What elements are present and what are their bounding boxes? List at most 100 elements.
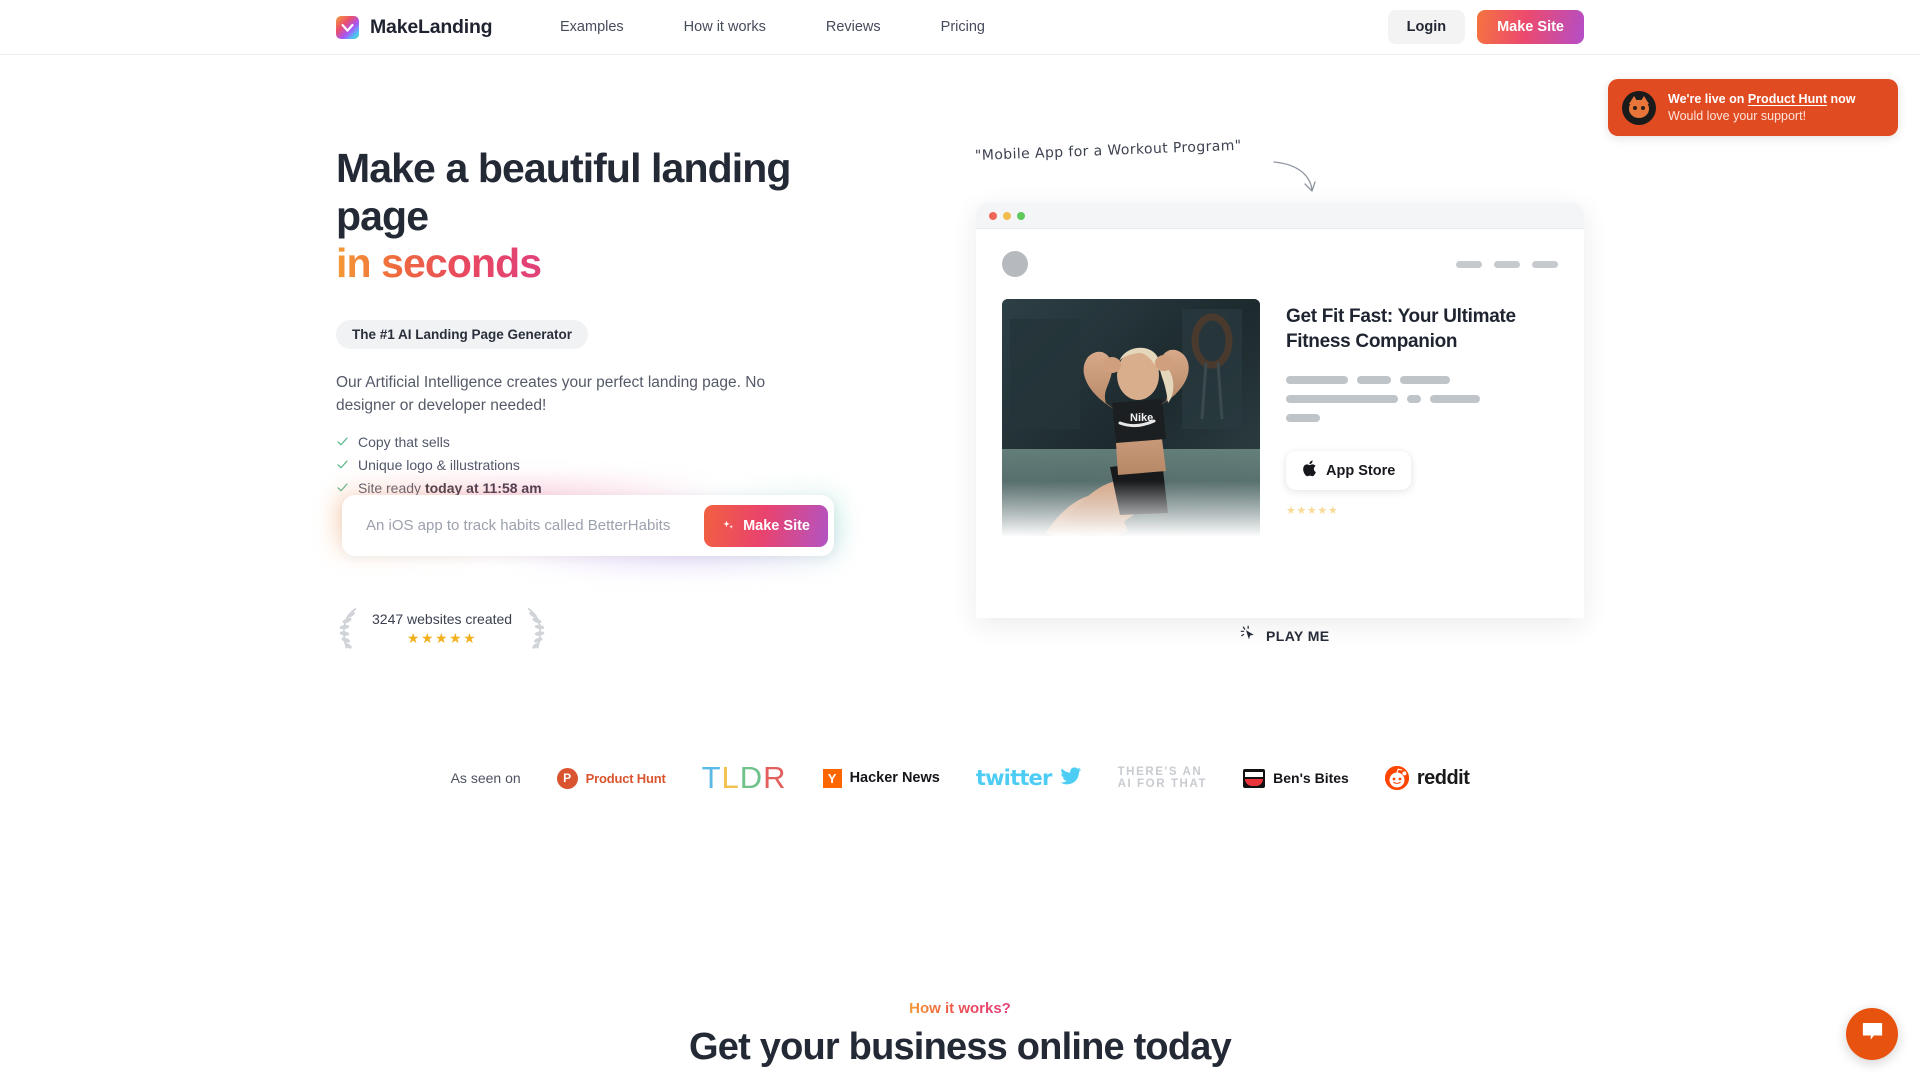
social-proof: 3247 websites created ★★★★★ bbox=[336, 606, 548, 652]
preview-content: Nike Get Fit Fast: Your Ultimate Fitness… bbox=[976, 229, 1584, 551]
check-icon bbox=[336, 458, 349, 471]
hero-heading-line1: Make a beautiful landing page bbox=[336, 145, 791, 239]
how-it-works-title: Get your business online today bbox=[689, 1026, 1232, 1068]
cta-card: Make Site bbox=[342, 495, 834, 556]
laurel-right-icon bbox=[527, 608, 545, 649]
play-me-button[interactable]: PLAY ME bbox=[1240, 625, 1330, 647]
click-cursor-icon bbox=[1240, 625, 1257, 647]
curved-arrow-icon bbox=[1273, 161, 1316, 192]
logo-theres-an-ai-for-that[interactable]: THERE'S AN AI FOR THAT bbox=[1118, 766, 1208, 790]
hero-feature-label: Copy that sells bbox=[358, 433, 450, 450]
brand-logo-link[interactable]: MakeLanding bbox=[336, 15, 493, 39]
product-hunt-banner-text: We're live on Product Hunt now Would lov… bbox=[1668, 91, 1856, 124]
site-header: MakeLanding Examples How it works Review… bbox=[0, 0, 1920, 55]
logo-reddit[interactable]: reddit bbox=[1384, 766, 1470, 790]
preview-logo-placeholder bbox=[1002, 251, 1028, 277]
hero-description: Our Artificial Intelligence creates your… bbox=[336, 373, 766, 415]
taft-line2: AI FOR THAT bbox=[1117, 778, 1208, 790]
placeholder-bar bbox=[1357, 376, 1391, 385]
logo-hacker-news[interactable]: Y Hacker News bbox=[822, 768, 940, 788]
nav-item-reviews[interactable]: Reviews bbox=[826, 19, 881, 35]
placeholder-bar bbox=[1407, 395, 1421, 404]
bens-bites-icon bbox=[1243, 768, 1266, 788]
preview-navbar bbox=[1002, 251, 1558, 277]
logo-tldr[interactable]: TLDR bbox=[702, 760, 787, 796]
play-me-label: PLAY ME bbox=[1266, 628, 1330, 644]
as-seen-on-label: As seen on bbox=[450, 770, 521, 786]
hero-make-site-button[interactable]: Make Site bbox=[704, 504, 828, 547]
preview-headline: Get Fit Fast: Your Ultimate Fitness Comp… bbox=[1286, 306, 1516, 352]
primary-nav: Examples How it works Reviews Pricing bbox=[560, 19, 985, 35]
preview-nav-placeholders bbox=[1456, 260, 1558, 268]
tldr-letter-r: R bbox=[763, 760, 787, 795]
site-description-input[interactable] bbox=[366, 517, 705, 534]
apple-icon bbox=[1302, 460, 1317, 481]
preview-nav-placeholder bbox=[1456, 260, 1482, 268]
reddit-icon bbox=[1384, 766, 1409, 790]
placeholder-bar bbox=[1286, 395, 1398, 404]
reddit-label: reddit bbox=[1416, 766, 1470, 789]
placeholder-bar bbox=[1400, 376, 1450, 385]
product-hunt-banner-line1: We're live on Product Hunt now bbox=[1668, 92, 1856, 107]
nav-item-how-it-works[interactable]: How it works bbox=[684, 19, 766, 35]
chat-widget-button[interactable] bbox=[1846, 1008, 1898, 1060]
browser-titlebar bbox=[976, 203, 1584, 229]
hero-cta: Make Site bbox=[332, 478, 844, 572]
product-hunt-cat-avatar-icon bbox=[1622, 90, 1656, 125]
product-hunt-icon: P bbox=[556, 767, 578, 789]
twitter-label: twitter bbox=[975, 766, 1053, 790]
as-seen-on-bar: As seen on P Product Hunt TLDR Y Hacker … bbox=[0, 760, 1920, 796]
preview-fade-overlay bbox=[976, 481, 1584, 551]
nav-item-pricing[interactable]: Pricing bbox=[941, 19, 985, 35]
svg-text:Nike: Nike bbox=[1130, 412, 1153, 424]
logo-bens-bites[interactable]: Ben's Bites bbox=[1243, 768, 1349, 788]
login-button[interactable]: Login bbox=[1387, 10, 1466, 44]
laurel-left-icon bbox=[339, 608, 357, 649]
logo-product-hunt[interactable]: P Product Hunt bbox=[556, 767, 666, 789]
brand-name: MakeLanding bbox=[370, 15, 493, 38]
logo-twitter[interactable]: twitter bbox=[976, 766, 1082, 790]
placeholder-bar bbox=[1286, 376, 1348, 385]
placeholder-row bbox=[1286, 395, 1558, 404]
hero-make-site-label: Make Site bbox=[743, 517, 810, 534]
tldr-letter-d: D bbox=[739, 760, 764, 795]
nav-item-examples[interactable]: Examples bbox=[560, 19, 624, 35]
hero-feature-item: Unique logo & illustrations bbox=[336, 457, 876, 473]
twitter-bird-icon bbox=[1060, 766, 1082, 790]
social-proof-stars: ★★★★★ bbox=[406, 630, 478, 646]
landing-page: MakeLanding Examples How it works Review… bbox=[0, 0, 1920, 1080]
hero-feature-item: Copy that sells bbox=[336, 434, 876, 450]
product-hunt-link[interactable]: Product Hunt bbox=[1748, 92, 1827, 106]
hero-copy: Make a beautiful landing page in seconds… bbox=[336, 145, 876, 503]
close-traffic-light-icon[interactable] bbox=[989, 211, 997, 220]
bens-bites-label: Ben's Bites bbox=[1273, 770, 1349, 786]
hacker-news-label: Hacker News bbox=[849, 770, 940, 786]
social-proof-text: 3247 websites created ★★★★★ bbox=[366, 611, 518, 647]
product-hunt-banner[interactable]: We're live on Product Hunt now Would lov… bbox=[1608, 79, 1898, 136]
placeholder-row bbox=[1286, 414, 1558, 423]
taft-line1: THERE'S AN bbox=[1117, 765, 1203, 778]
hero-heading: Make a beautiful landing page in seconds bbox=[336, 145, 876, 288]
app-store-label: App Store bbox=[1326, 462, 1396, 479]
tldr-letter-l: L bbox=[721, 760, 740, 795]
header-actions: Login Make Site bbox=[1387, 10, 1584, 44]
chat-bubble-icon bbox=[1860, 1019, 1885, 1049]
makelanding-logo-icon bbox=[336, 15, 359, 39]
product-hunt-banner-line2: Would love your support! bbox=[1668, 108, 1807, 123]
preview-annotation: "Mobile App for a Workout Program" bbox=[974, 137, 1242, 164]
preview-text-placeholders bbox=[1286, 376, 1558, 423]
check-icon bbox=[336, 435, 349, 448]
site-preview-browser: Nike Get Fit Fast: Your Ultimate Fitness… bbox=[976, 203, 1584, 618]
header-make-site-button[interactable]: Make Site bbox=[1477, 10, 1584, 44]
product-hunt-label: Product Hunt bbox=[585, 770, 666, 786]
maximize-traffic-light-icon[interactable] bbox=[1017, 211, 1025, 220]
minimize-traffic-light-icon[interactable] bbox=[1003, 211, 1011, 220]
hacker-news-icon: Y bbox=[822, 768, 842, 788]
hero-feature-label: Unique logo & illustrations bbox=[358, 456, 520, 473]
placeholder-bar bbox=[1430, 395, 1480, 404]
hero-heading-line2: in seconds bbox=[336, 240, 542, 287]
preview-nav-placeholder bbox=[1532, 260, 1558, 268]
websites-created-count: 3247 websites created bbox=[372, 611, 513, 627]
sparkle-icon bbox=[722, 519, 735, 532]
preview-nav-placeholder bbox=[1494, 260, 1520, 268]
